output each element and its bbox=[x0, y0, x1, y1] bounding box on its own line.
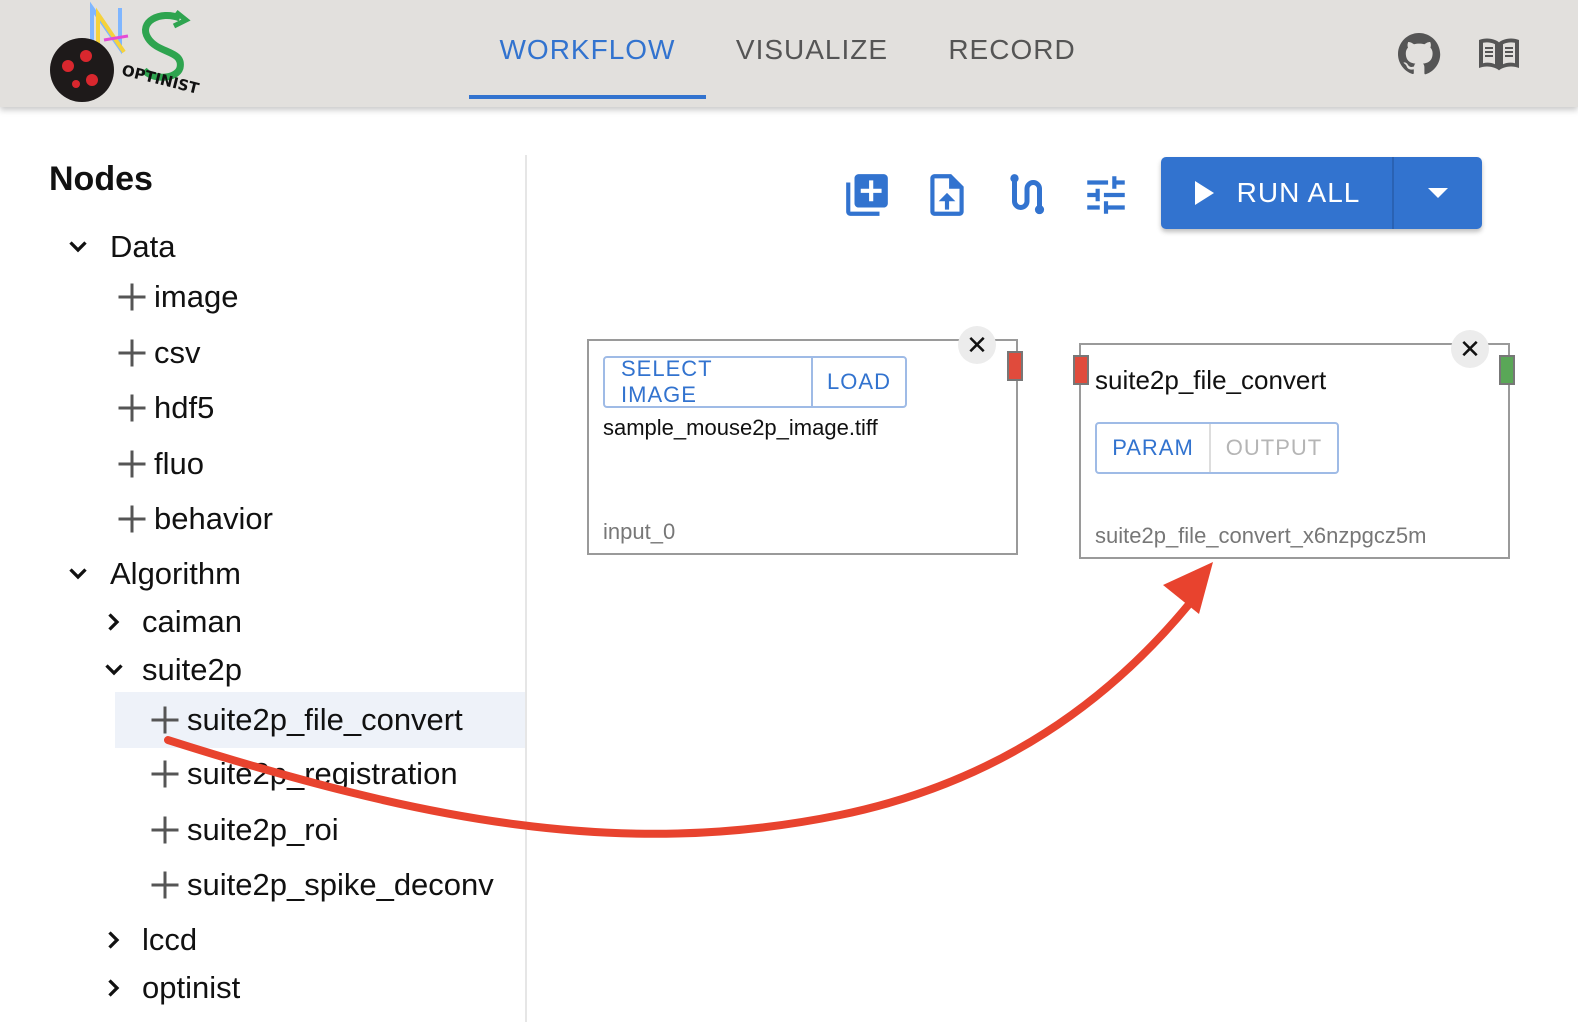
tree-item-optinist[interactable]: optinist bbox=[96, 963, 240, 1013]
tree-item-label: suite2p_roi bbox=[187, 812, 339, 847]
tree-item-hdf5[interactable]: hdf5 bbox=[114, 383, 214, 433]
tune-icon[interactable] bbox=[1081, 170, 1131, 220]
load-button[interactable]: LOAD bbox=[811, 358, 905, 406]
tree-item-suite2p-registration[interactable]: suite2p_registration bbox=[147, 749, 458, 799]
tree-item-label: suite2p_file_convert bbox=[187, 702, 463, 737]
tree-item-image[interactable]: image bbox=[114, 272, 238, 322]
tree-item-label: Algorithm bbox=[110, 556, 241, 591]
plus-icon bbox=[114, 279, 150, 315]
upload-file-icon[interactable] bbox=[922, 170, 972, 220]
select-image-button[interactable]: SELECT IMAGE bbox=[605, 356, 811, 407]
run-all-button-group: RUN ALL bbox=[1161, 157, 1482, 229]
tree-item-caiman[interactable]: caiman bbox=[96, 597, 242, 647]
chevron-right-icon bbox=[96, 970, 132, 1006]
plus-icon bbox=[114, 390, 150, 426]
node-id-label: input_0 bbox=[603, 519, 676, 544]
plus-icon bbox=[147, 756, 183, 792]
output-handle[interactable] bbox=[1499, 355, 1515, 385]
tab-record[interactable]: RECORD bbox=[922, 0, 1102, 100]
plus-icon bbox=[114, 335, 150, 371]
plus-icon bbox=[114, 446, 150, 482]
logo-text: OPTINIST bbox=[120, 61, 201, 98]
algorithm-node[interactable]: suite2p_file_convert PARAM OUTPUT suite2… bbox=[1079, 343, 1510, 559]
tree-item-label: image bbox=[154, 279, 239, 314]
run-all-button[interactable]: RUN ALL bbox=[1161, 157, 1394, 229]
sidebar-divider bbox=[525, 155, 527, 1022]
tree-item-label: caiman bbox=[142, 604, 242, 639]
tree-item-data[interactable]: Data bbox=[60, 222, 175, 272]
input-handle[interactable] bbox=[1073, 355, 1089, 385]
close-icon[interactable]: ✕ bbox=[958, 326, 996, 364]
plus-icon bbox=[114, 501, 150, 537]
tree-item-label: behavior bbox=[154, 501, 273, 536]
tree-item-behavior[interactable]: behavior bbox=[114, 494, 273, 544]
run-all-label: RUN ALL bbox=[1236, 177, 1361, 208]
algorithm-node-title: suite2p_file_convert bbox=[1095, 365, 1327, 395]
tab-workflow[interactable]: WORKFLOW bbox=[469, 0, 706, 100]
nodes-title: Nodes bbox=[49, 160, 153, 198]
tree-item-label: Data bbox=[110, 229, 176, 264]
add-node-icon[interactable] bbox=[842, 170, 892, 220]
active-tab-indicator bbox=[469, 95, 706, 99]
play-icon bbox=[1194, 181, 1214, 205]
app-bar: OPTINIST WORKFLOW VISUALIZE RECORD bbox=[0, 0, 1578, 107]
tree-item-suite2p-roi[interactable]: suite2p_roi bbox=[147, 805, 339, 855]
param-button[interactable]: PARAM bbox=[1097, 424, 1209, 472]
tree-item-label: csv bbox=[154, 335, 201, 370]
chevron-right-icon bbox=[96, 922, 132, 958]
output-handle[interactable] bbox=[1007, 351, 1023, 381]
tree-item-label: optinist bbox=[142, 970, 241, 1005]
tree-item-label: suite2p bbox=[142, 652, 242, 687]
tree-item-label: hdf5 bbox=[154, 390, 215, 425]
tree-item-algorithm[interactable]: Algorithm bbox=[60, 549, 241, 599]
run-all-dropdown-button[interactable] bbox=[1394, 157, 1482, 229]
selected-file-name: sample_mouse2p_image.tiff bbox=[603, 415, 878, 440]
tree-item-label: suite2p_registration bbox=[187, 756, 458, 791]
plus-icon bbox=[147, 702, 183, 738]
tree-item-lccd[interactable]: lccd bbox=[96, 915, 197, 965]
tab-visualize[interactable]: VISUALIZE bbox=[712, 0, 912, 100]
tree-item-label: lccd bbox=[142, 922, 198, 957]
input-node[interactable]: SELECT IMAGE LOAD sample_mouse2p_image.t… bbox=[587, 339, 1018, 555]
optinist-logo[interactable]: OPTINIST bbox=[40, 0, 210, 107]
route-icon[interactable] bbox=[1002, 170, 1052, 220]
chevron-down-icon bbox=[60, 556, 96, 592]
tree-item-csv[interactable]: csv bbox=[114, 328, 201, 378]
tree-item-suite2p[interactable]: suite2p bbox=[96, 645, 242, 695]
tree-item-suite2p-file-convert[interactable]: suite2p_file_convert bbox=[115, 692, 525, 748]
plus-icon bbox=[147, 812, 183, 848]
input-node-buttons: SELECT IMAGE LOAD bbox=[603, 356, 907, 408]
caret-down-icon bbox=[1428, 188, 1448, 198]
chevron-right-icon bbox=[96, 604, 132, 640]
tree-item-label: suite2p_spike_deconv bbox=[187, 867, 494, 902]
tree-item-label: fluo bbox=[154, 446, 204, 481]
close-icon[interactable]: ✕ bbox=[1451, 330, 1489, 368]
plus-icon bbox=[147, 867, 183, 903]
chevron-down-icon bbox=[96, 652, 132, 688]
output-button[interactable]: OUTPUT bbox=[1209, 424, 1337, 472]
docs-book-icon[interactable] bbox=[1475, 30, 1523, 78]
chevron-down-icon bbox=[60, 229, 96, 265]
algorithm-node-buttons: PARAM OUTPUT bbox=[1095, 422, 1339, 474]
github-icon[interactable] bbox=[1395, 30, 1443, 78]
node-id-label: suite2p_file_convert_x6nzpgcz5m bbox=[1095, 523, 1427, 548]
tree-item-suite2p-spike-deconv[interactable]: suite2p_spike_deconv bbox=[147, 860, 494, 910]
tree-item-fluo[interactable]: fluo bbox=[114, 439, 204, 489]
